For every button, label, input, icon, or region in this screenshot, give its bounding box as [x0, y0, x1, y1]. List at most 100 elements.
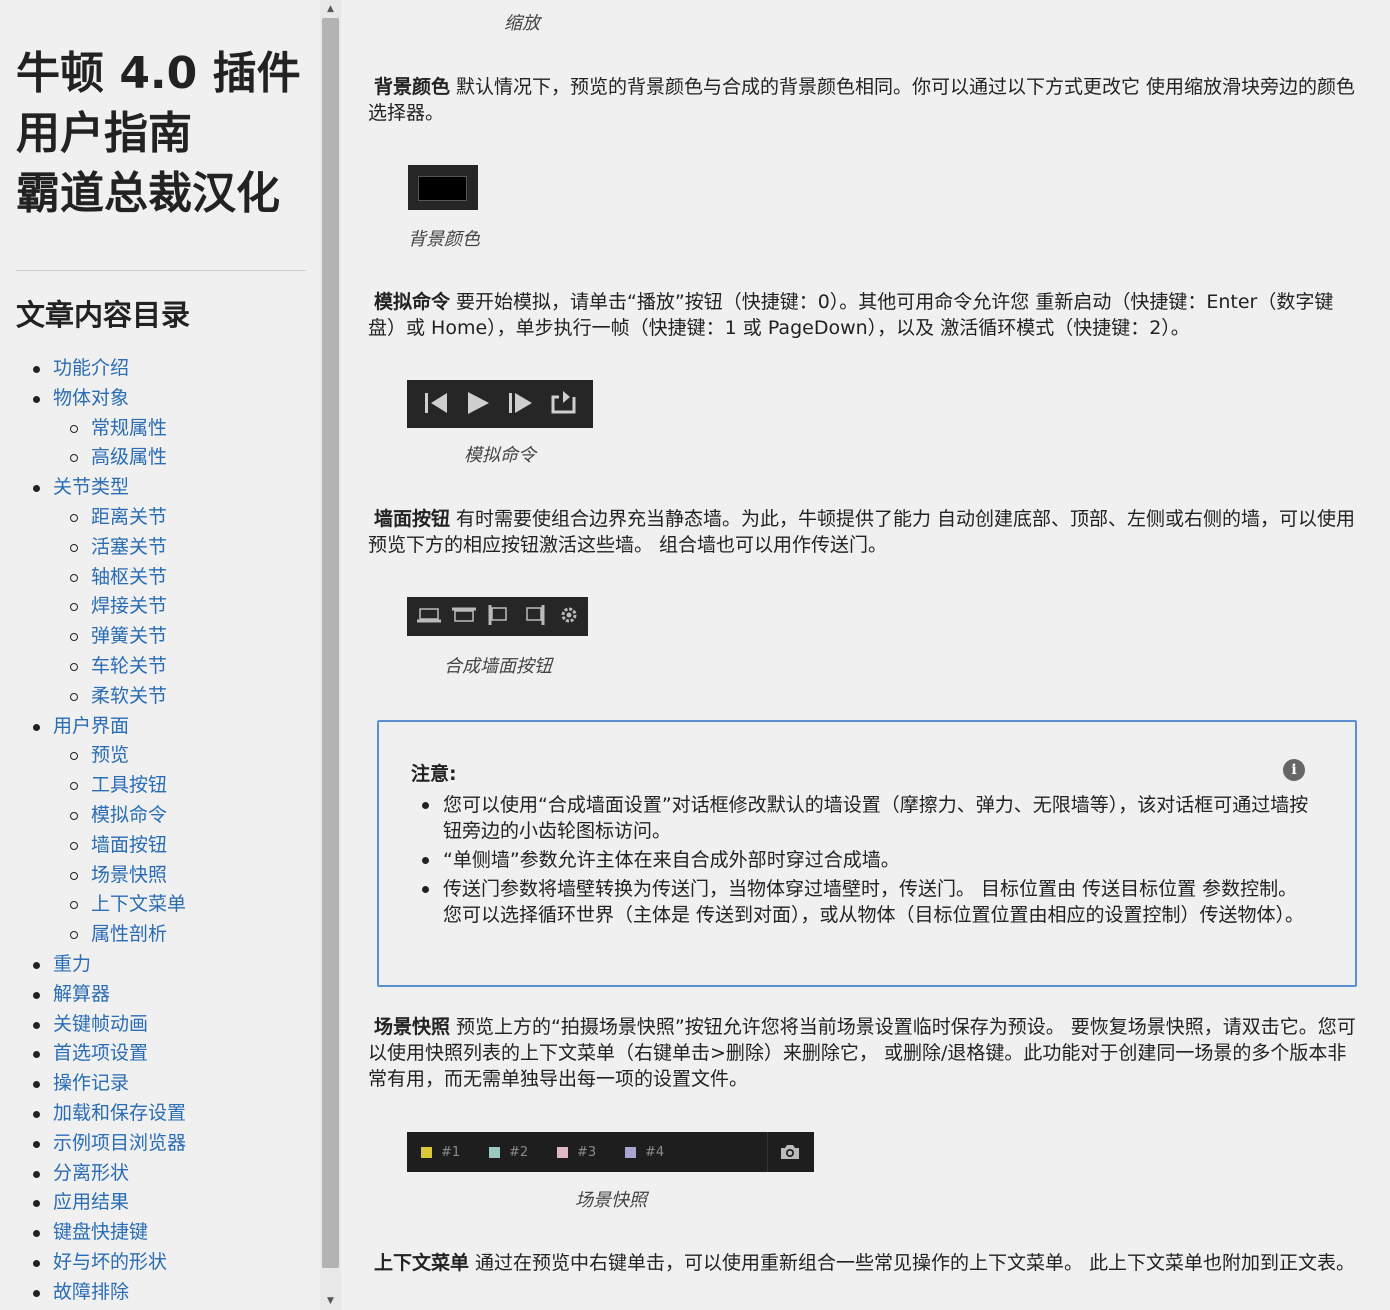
toc-link[interactable]: 高级属性	[0, 443, 320, 473]
sim-commands-icons	[425, 391, 576, 414]
snapshot-slot[interactable]: #4	[625, 1143, 664, 1161]
toc-link[interactable]: 故障排除	[0, 1278, 320, 1308]
wall-buttons-text: 有时需要使组合边界充当静态墙。为此，牛顿提供了能力 自动创建底部、顶部、左侧或右…	[368, 508, 1356, 556]
toc-link[interactable]: 常规属性	[0, 414, 320, 444]
bg-color-caption: 背景颜色	[408, 229, 480, 250]
top-wall-icon[interactable]	[452, 607, 476, 622]
toc-link[interactable]: 预览	[0, 741, 320, 771]
snapshot-slot[interactable]: #3	[557, 1143, 596, 1161]
bg-color-picker[interactable]	[408, 165, 478, 210]
toc-link[interactable]: 加载和保存设置	[0, 1099, 320, 1129]
loop-icon[interactable]	[551, 391, 576, 414]
wall-settings-gear-icon[interactable]	[561, 607, 577, 623]
toc-link[interactable]: 关键帧动画	[0, 1010, 320, 1040]
document-title: 牛顿 4.0 插件 用户指南 霸道总裁汉化	[16, 44, 316, 224]
toc-link[interactable]: 柔软关节	[0, 682, 320, 712]
toc-link[interactable]: 场景快照	[0, 861, 320, 891]
toc-link[interactable]: 好与坏的形状	[0, 1248, 320, 1278]
camera-icon[interactable]	[778, 1142, 802, 1162]
snapshot-slot-color	[625, 1146, 636, 1158]
wall-buttons-term: 墙面按钮	[374, 508, 451, 530]
document-title-line: 牛顿 4.0 插件	[16, 48, 301, 99]
toc-link[interactable]: 关节类型	[0, 473, 320, 503]
toc-link[interactable]: 功能介绍	[0, 354, 320, 384]
toc-link[interactable]: 车轮关节	[0, 652, 320, 682]
snapshot-slot-label: #4	[645, 1144, 665, 1160]
bg-color-swatch	[418, 176, 467, 201]
scrollbar-thumb[interactable]	[322, 18, 339, 1268]
toc-link[interactable]: 物体对象	[0, 384, 320, 414]
wall-buttons-icons	[417, 605, 577, 625]
toc-link[interactable]: 工具按钮	[0, 771, 320, 801]
toc-heading: 文章内容目录	[16, 298, 191, 332]
sim-commands-paragraph: 模拟命令 要开始模拟，请单击“播放”按钮（快捷键：0）。其他可用命令允许您 重新启…	[368, 289, 1360, 341]
bg-color-paragraph: 背景颜色 默认情况下，预览的背景颜色与合成的背景颜色相同。你可以通过以下方式更改它…	[368, 74, 1360, 126]
sidebar-divider	[16, 270, 306, 271]
snapshot-slot-label: #1	[441, 1144, 461, 1160]
snapshot-slot[interactable]: #2	[489, 1143, 528, 1161]
toc-link[interactable]: 距离关节	[0, 503, 320, 533]
toc-link[interactable]: 重力	[0, 950, 320, 980]
scroll-down-icon[interactable]: ▼	[320, 1292, 341, 1310]
wall-buttons-toolbar	[407, 597, 588, 636]
toc-link[interactable]: 上下文菜单	[0, 890, 320, 920]
snapshot-slot[interactable]: #1	[421, 1143, 460, 1161]
sim-commands-caption: 模拟命令	[464, 445, 536, 466]
snapshot-paragraph: 场景快照 预览上方的“拍摄场景快照”按钮允许您将当前场景设置临时保存为预设。 要恢…	[368, 1014, 1360, 1092]
toc-link[interactable]: 活塞关节	[0, 533, 320, 563]
bg-color-term: 背景颜色	[374, 76, 451, 98]
snapshot-caption: 场景快照	[575, 1190, 647, 1211]
snapshot-term: 场景快照	[374, 1016, 451, 1038]
scroll-up-icon[interactable]: ▲	[320, 0, 341, 18]
toc-link[interactable]: 墙面按钮	[0, 831, 320, 861]
left-wall-icon[interactable]	[488, 605, 507, 625]
snapshot-slot-label: #3	[577, 1144, 597, 1160]
toc-link[interactable]: 轴枢关节	[0, 563, 320, 593]
sim-commands-term: 模拟命令	[374, 291, 451, 313]
toc-link[interactable]: 弹簧关节	[0, 622, 320, 652]
note-list: 您可以使用“合成墙面设置”对话框修改默认的墙设置（摩擦力、弹力、无限墙等），该对…	[411, 792, 1311, 931]
bottom-wall-icon[interactable]	[417, 608, 441, 623]
note-item: 您可以使用“合成墙面设置”对话框修改默认的墙设置（摩擦力、弹力、无限墙等），该对…	[411, 792, 1311, 844]
toc-link[interactable]: 用户界面	[0, 712, 320, 742]
restart-icon[interactable]	[425, 393, 447, 413]
note-title: 注意:	[411, 763, 457, 785]
main-content: 缩放 背景颜色 默认情况下，预览的背景颜色与合成的背景颜色相同。你可以通过以下方式…	[342, 0, 1390, 1310]
snapshot-bar-divider	[767, 1132, 768, 1172]
toc-link[interactable]: 属性剖析	[0, 920, 320, 950]
context-menu-paragraph: 上下文菜单 通过在预览中右键单击，可以使用重新组合一些常见操作的上下文菜单。 此上…	[368, 1250, 1360, 1276]
step-frame-icon[interactable]	[509, 393, 532, 413]
toc-link[interactable]: 首选项设置	[0, 1039, 320, 1069]
toc-link[interactable]: 焊接关节	[0, 592, 320, 622]
toc-link[interactable]: 操作记录	[0, 1069, 320, 1099]
snapshot-slot-color	[557, 1146, 568, 1158]
toc-link[interactable]: 分离形状	[0, 1159, 320, 1189]
snapshot-bar: #1 #2 #3 #4	[407, 1132, 814, 1172]
wall-buttons-caption: 合成墙面按钮	[444, 656, 552, 677]
sim-commands-text: 要开始模拟，请单击“播放”按钮（快捷键：0）。其他可用命令允许您 重新启动（快捷…	[368, 291, 1334, 339]
note-item: 传送门参数将墙壁转换为传送门，当物体穿过墙壁时，传送门。 目标位置由 传送目标位…	[411, 876, 1311, 928]
document-title-line: 霸道总裁汉化	[16, 168, 280, 219]
right-wall-icon[interactable]	[526, 605, 545, 625]
sidebar-scrollbar[interactable]: ▲ ▼	[320, 0, 341, 1310]
play-icon[interactable]	[468, 392, 489, 414]
bg-color-text: 默认情况下，预览的背景颜色与合成的背景颜色相同。你可以通过以下方式更改它 使用缩…	[368, 76, 1356, 124]
note-item: “单侧墙”参数允许主体在来自合成外部时穿过合成墙。	[411, 847, 1311, 873]
info-icon: i	[1283, 759, 1305, 781]
note-box: 注意: i 您可以使用“合成墙面设置”对话框修改默认的墙设置（摩擦力、弹力、无限…	[377, 720, 1357, 987]
toc-link[interactable]: 键盘快捷键	[0, 1218, 320, 1248]
context-menu-text: 通过在预览中右键单击，可以使用重新组合一些常见操作的上下文菜单。 此上下文菜单也…	[475, 1252, 1356, 1274]
zoom-caption: 缩放	[504, 13, 540, 34]
document-title-line: 用户指南	[16, 108, 192, 159]
table-of-contents: 功能介绍 物体对象 常规属性 高级属性 关节类型 距离关节 活塞关节 轴枢关节 焊接关节 弹簧关节…	[0, 354, 320, 1308]
snapshot-slot-label: #2	[509, 1144, 529, 1160]
wall-buttons-paragraph: 墙面按钮 有时需要使组合边界充当静态墙。为此，牛顿提供了能力 自动创建底部、顶部、…	[368, 506, 1360, 558]
toc-link[interactable]: 模拟命令	[0, 801, 320, 831]
snapshot-slot-color	[489, 1146, 500, 1158]
sidebar: 牛顿 4.0 插件 用户指南 霸道总裁汉化 文章内容目录 功能介绍 物体对象 常规属…	[0, 0, 320, 1310]
snapshot-text: 预览上方的“拍摄场景快照”按钮允许您将当前场景设置临时保存为预设。 要恢复场景快…	[368, 1016, 1356, 1090]
toc-link[interactable]: 示例项目浏览器	[0, 1129, 320, 1159]
sim-commands-toolbar	[407, 380, 593, 428]
toc-link[interactable]: 应用结果	[0, 1188, 320, 1218]
toc-link[interactable]: 解算器	[0, 980, 320, 1010]
